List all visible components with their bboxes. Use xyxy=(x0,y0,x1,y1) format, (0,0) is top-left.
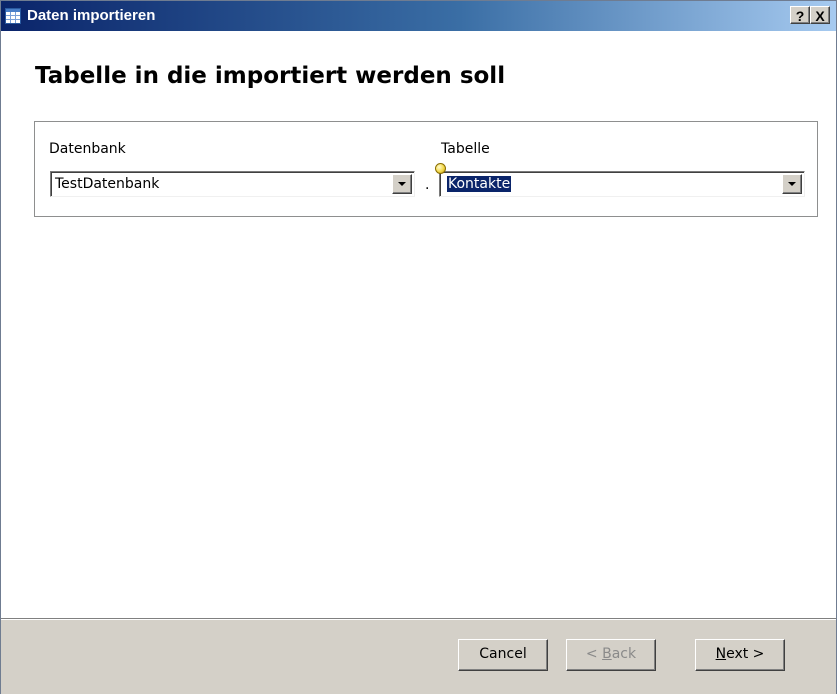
database-label: Datenbank xyxy=(49,141,126,157)
back-label-prefix: < xyxy=(585,646,603,662)
back-label-rest: ack xyxy=(611,646,637,662)
close-button[interactable]: X xyxy=(810,6,830,24)
selection-group xyxy=(34,121,818,217)
next-button[interactable]: Next > xyxy=(695,639,785,671)
title-bar[interactable]: Daten importieren ? X xyxy=(1,1,836,31)
chevron-down-icon xyxy=(398,182,406,186)
help-button[interactable]: ? xyxy=(790,6,810,24)
table-dropdown-button[interactable] xyxy=(782,174,802,194)
next-accelerator: N xyxy=(715,646,727,662)
back-button[interactable]: < Back xyxy=(566,639,656,671)
table-icon xyxy=(5,8,21,24)
back-accelerator: B xyxy=(602,646,612,662)
separator-dot: . xyxy=(425,177,430,193)
table-value: Kontakte xyxy=(447,176,512,192)
window-title: Daten importieren xyxy=(27,7,156,24)
database-dropdown-button[interactable] xyxy=(392,174,412,194)
import-dialog: Daten importieren ? X Tabelle in die imp… xyxy=(0,0,837,694)
table-label: Tabelle xyxy=(441,141,490,157)
page-title: Tabelle in die importiert werden soll xyxy=(35,63,506,89)
database-combobox[interactable]: TestDatenbank xyxy=(50,171,415,197)
chevron-down-icon xyxy=(788,182,796,186)
table-combobox[interactable]: Kontakte xyxy=(439,171,805,197)
button-bar: Cancel < Back Next > xyxy=(1,618,836,694)
cancel-button[interactable]: Cancel xyxy=(458,639,548,671)
database-value: TestDatenbank xyxy=(55,176,160,192)
next-label-rest: ext > xyxy=(726,646,765,662)
pushpin-icon xyxy=(435,163,446,174)
